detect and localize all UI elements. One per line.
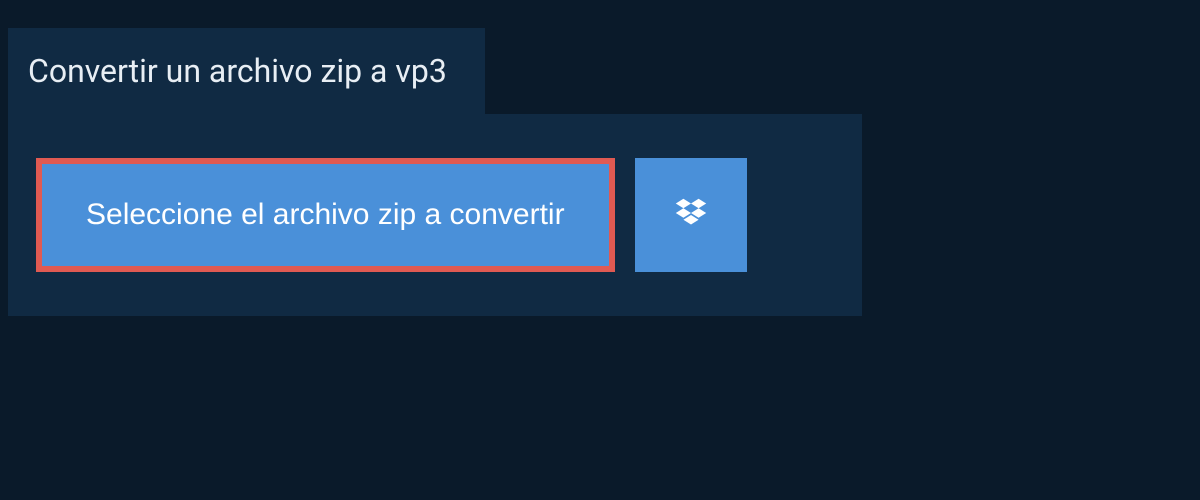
upload-panel: Seleccione el archivo zip a convertir bbox=[8, 114, 862, 316]
select-file-button[interactable]: Seleccione el archivo zip a convertir bbox=[36, 158, 615, 272]
select-file-label: Seleccione el archivo zip a convertir bbox=[86, 198, 565, 232]
dropbox-button[interactable] bbox=[635, 158, 747, 272]
page-container: Convertir un archivo zip a vp3 Seleccion… bbox=[0, 0, 1200, 316]
dropbox-icon bbox=[672, 195, 710, 236]
page-title: Convertir un archivo zip a vp3 bbox=[8, 28, 485, 114]
